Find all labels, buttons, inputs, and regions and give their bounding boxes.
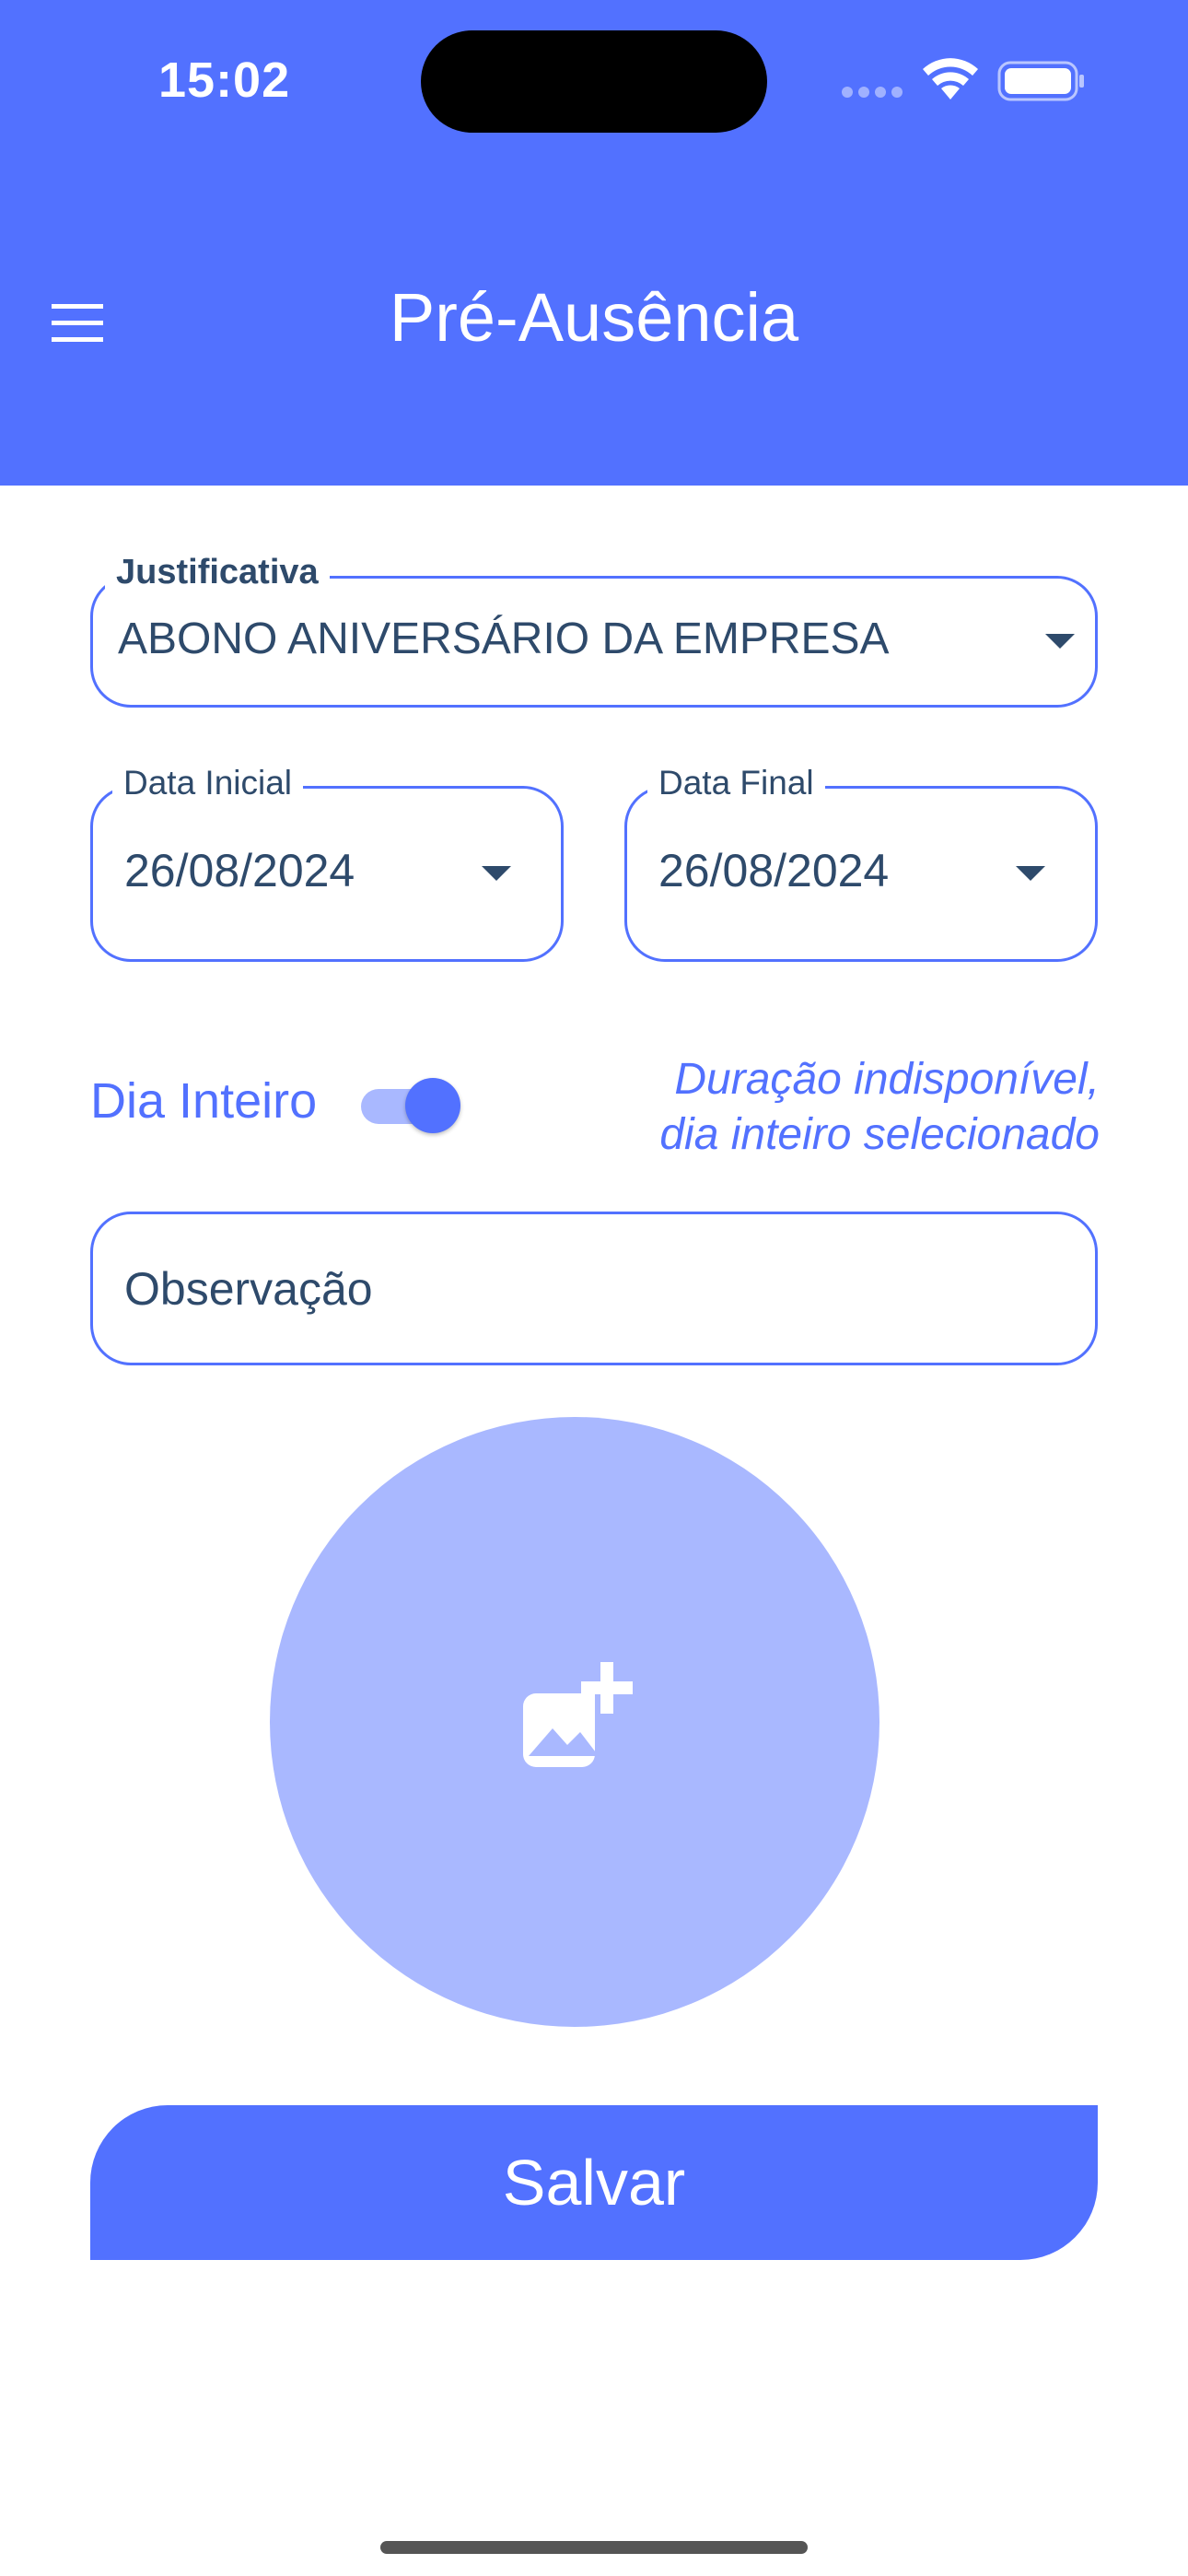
page-title: Pré-Ausência [389,279,799,356]
data-inicial-value: 26/08/2024 [124,845,355,896]
status-time: 15:02 [158,53,291,108]
wifi-icon [923,58,978,100]
justificativa-value: ABONO ANIVERSÁRIO DA EMPRESA [118,615,890,663]
data-final-field[interactable]: 26/08/2024 [624,786,1098,962]
duration-note-line2: dia inteiro selecionado [659,1110,1100,1159]
home-indicator [380,2541,808,2554]
app-header: 15:02 Pré-Ausência [0,0,1188,486]
add-photo-icon [523,1662,633,1767]
data-inicial-label: Data Inicial [112,764,304,802]
battery-icon [997,61,1084,101]
justificativa-dropdown[interactable]: ABONO ANIVERSÁRIO DA EMPRESA [90,576,1098,708]
dynamic-island [421,30,767,133]
cellular-signal-icon [842,87,903,98]
chevron-down-icon [1016,866,1045,881]
duration-note-line1: Duração indisponível, [674,1055,1100,1104]
toggle-thumb[interactable] [405,1078,460,1133]
save-button[interactable]: Salvar [90,2105,1098,2260]
data-inicial-field[interactable]: 26/08/2024 [90,786,564,962]
chevron-down-icon [1045,634,1075,649]
justificativa-label: Justificativa [105,553,330,592]
data-final-value: 26/08/2024 [658,845,890,896]
data-final-label: Data Final [647,764,825,802]
duration-note: Duração indisponível, dia inteiro seleci… [659,1052,1100,1163]
dia-inteiro-label: Dia Inteiro [90,1073,318,1129]
observacao-placeholder: Observação [124,1263,373,1315]
chevron-down-icon [482,866,511,881]
observacao-field[interactable]: Observação [90,1212,1098,1365]
